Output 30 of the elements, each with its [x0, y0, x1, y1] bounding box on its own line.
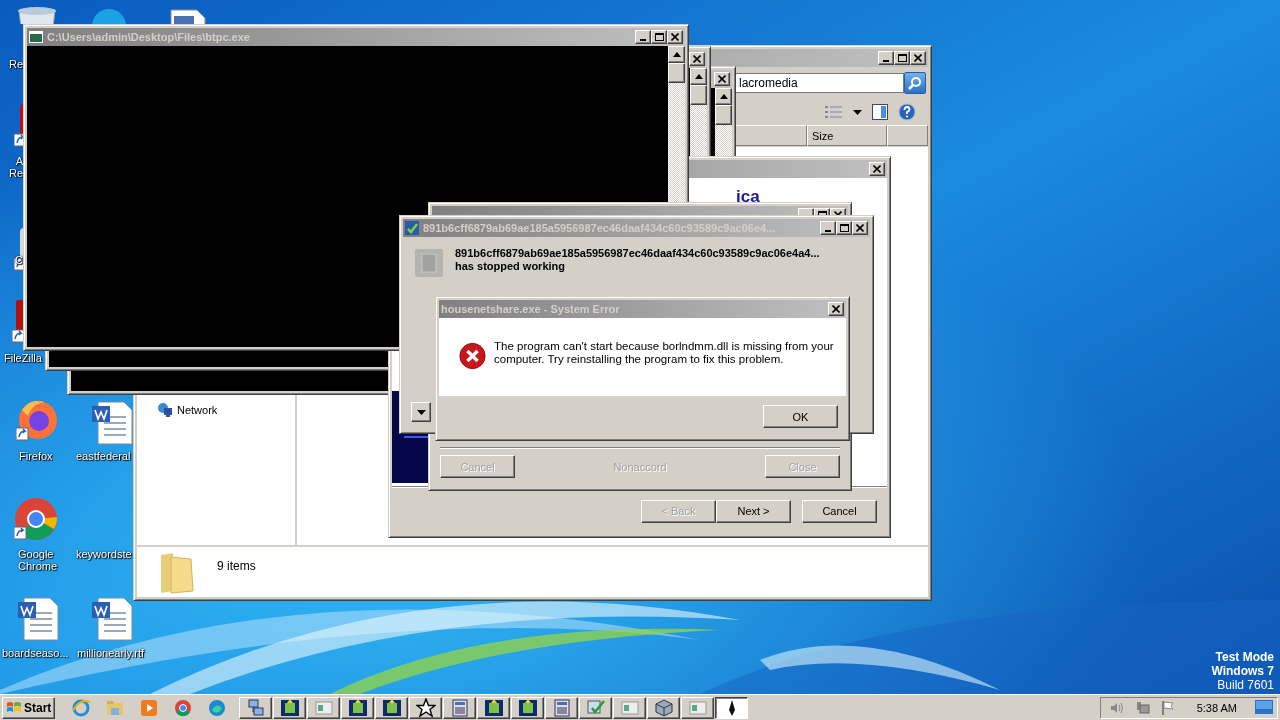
- column-header[interactable]: Size: [807, 125, 887, 146]
- search-field[interactable]: lacromedia: [734, 73, 904, 93]
- error-message: The program can't start because borlndmm.dll is missing from your computer. Try reinstalling the program to fix this problem.: [494, 340, 834, 366]
- ok-button[interactable]: OK: [763, 405, 838, 428]
- icon-label[interactable]: boardseaso...: [2, 647, 69, 659]
- icon-label[interactable]: Firefox: [19, 450, 53, 462]
- os-notice-text: Test Mode: [1215, 650, 1274, 664]
- wizard-heading: ica: [736, 187, 760, 206]
- window-title: 891b6cff6879ab69ae185a5956987ec46daaf434c60c93589c9ac06e4...: [423, 222, 776, 234]
- os-notice-text: Build 7601: [1217, 678, 1274, 692]
- icon-label[interactable]: Re: [8, 58, 23, 70]
- icon-label[interactable]: C: [15, 254, 23, 266]
- clock[interactable]: 5:38 AM: [1196, 701, 1237, 714]
- icon-label[interactable]: FileZilla: [4, 352, 42, 364]
- icon-label[interactable]: A: [15, 155, 23, 167]
- start-button[interactable]: Start: [2, 696, 56, 719]
- wizard-button[interactable]: Cancel: [802, 499, 877, 523]
- os-notice-text: Windows 7: [1211, 664, 1274, 678]
- crash-message: has stopped working: [455, 260, 566, 273]
- wizard-button[interactable]: Next >: [716, 499, 791, 523]
- icon-label[interactable]: eastfederal: [76, 450, 131, 462]
- icon-label[interactable]: keywordste: [76, 548, 132, 560]
- program-name: 891b6cff6879ab69ae185a5956987ec46daaf434c60c93589c9ac06e4a4...: [455, 247, 820, 260]
- window-title: C:\Users\admin\Desktop\Files\btpc.exe: [47, 31, 250, 43]
- nav-item[interactable]: Network: [157, 402, 218, 418]
- icon-label[interactable]: Re: [8, 167, 23, 179]
- item-count: 9 items: [217, 558, 256, 573]
- window-title: housenetshare.exe - System Error: [441, 303, 620, 315]
- icon-label[interactable]: Google: [18, 548, 58, 560]
- icon-label[interactable]: Chrome: [18, 560, 58, 572]
